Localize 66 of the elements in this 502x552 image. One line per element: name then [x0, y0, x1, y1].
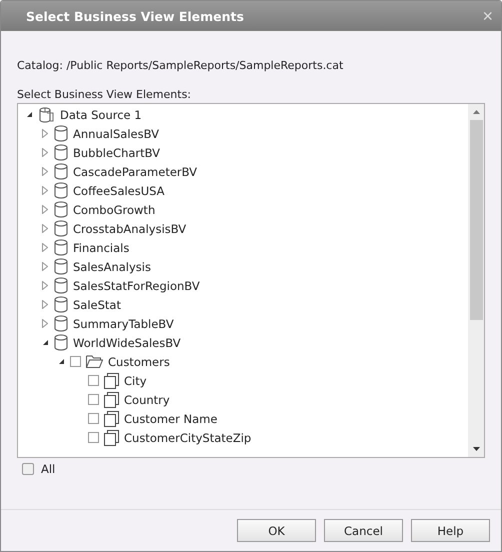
- tree-item[interactable]: WorldWideSalesBV: [73, 336, 181, 350]
- collapsed-arrow-icon[interactable]: [42, 243, 48, 252]
- checkbox[interactable]: [88, 394, 99, 405]
- cylinder-icon: [54, 163, 68, 180]
- tree-item[interactable]: SummaryTableBV: [73, 316, 174, 330]
- ok-button[interactable]: OK: [237, 519, 316, 542]
- scroll-down-icon[interactable]: [472, 447, 480, 451]
- tree-item[interactable]: SaleStat: [73, 298, 121, 312]
- scroll-up-icon[interactable]: [472, 110, 480, 114]
- cylinder-icon: [54, 315, 68, 332]
- collapsed-arrow-icon[interactable]: [42, 281, 48, 290]
- collapsed-arrow-icon[interactable]: [42, 205, 48, 214]
- cancel-button[interactable]: Cancel: [324, 519, 403, 542]
- cylinder-icon: [54, 296, 68, 313]
- checkbox[interactable]: [88, 432, 99, 443]
- checkbox[interactable]: [88, 375, 99, 386]
- cylinder-icon: [54, 334, 68, 351]
- database-icon: [38, 106, 55, 122]
- field-icon: [104, 372, 119, 388]
- tree-item[interactable]: SalesStatForRegionBV: [73, 278, 200, 292]
- tree-label: Select Business View Elements:: [17, 88, 192, 101]
- cylinder-icon: [54, 220, 68, 237]
- collapsed-arrow-icon[interactable]: [42, 224, 48, 233]
- expanded-arrow-icon[interactable]: [26, 111, 32, 118]
- catalog-path: Catalog: /Public Reports/SampleReports/SampleReports.cat: [17, 59, 344, 72]
- checkbox[interactable]: [88, 413, 99, 424]
- collapsed-arrow-icon[interactable]: [42, 186, 48, 195]
- field-icon: [104, 430, 119, 446]
- checkbox-label: All: [41, 462, 56, 476]
- tree-item[interactable]: Financials: [73, 240, 130, 254]
- cylinder-icon: [54, 277, 68, 294]
- folder-icon: [86, 355, 103, 368]
- help-button[interactable]: Help: [411, 519, 490, 542]
- cylinder-icon: [54, 258, 68, 275]
- tree-item[interactable]: ComboGrowth: [73, 202, 156, 216]
- tree-item[interactable]: Country: [124, 392, 170, 406]
- tree-item[interactable]: BubbleChartBV: [73, 146, 160, 160]
- collapsed-arrow-icon[interactable]: [42, 148, 48, 157]
- collapsed-arrow-icon[interactable]: [42, 167, 48, 176]
- cylinder-icon: [54, 239, 68, 256]
- cylinder-icon: [54, 182, 68, 199]
- tree-item[interactable]: Data Source 1: [60, 108, 142, 122]
- collapsed-arrow-icon[interactable]: [42, 300, 48, 309]
- tree-item[interactable]: SalesAnalysis: [73, 260, 151, 274]
- tree-item[interactable]: CoffeeSalesUSA: [73, 184, 165, 198]
- expanded-arrow-icon[interactable]: [58, 358, 64, 365]
- cylinder-icon: [54, 201, 68, 218]
- collapsed-arrow-icon[interactable]: [42, 129, 48, 138]
- tree-item[interactable]: CascadeParameterBV: [73, 164, 198, 178]
- field-icon: [104, 410, 119, 426]
- all-checkbox[interactable]: [22, 463, 34, 475]
- collapsed-arrow-icon[interactable]: [42, 262, 48, 271]
- cylinder-icon: [54, 125, 68, 142]
- expanded-arrow-icon[interactable]: [42, 339, 48, 346]
- collapsed-arrow-icon[interactable]: [42, 319, 48, 328]
- scrollbar[interactable]: [468, 104, 484, 457]
- cylinder-icon: [54, 144, 68, 161]
- tree-item[interactable]: City: [124, 374, 147, 388]
- checkbox[interactable]: [70, 356, 81, 367]
- tree-item[interactable]: Customer Name: [124, 412, 218, 426]
- field-icon: [104, 392, 119, 408]
- tree-item[interactable]: Customers: [108, 354, 170, 368]
- tree-item[interactable]: AnnualSalesBV: [73, 126, 159, 140]
- tree-item[interactable]: CrosstabAnalysisBV: [73, 222, 186, 236]
- window-title: Select Business View Elements: [26, 8, 244, 24]
- tree-item[interactable]: CustomerCityStateZip: [124, 430, 252, 444]
